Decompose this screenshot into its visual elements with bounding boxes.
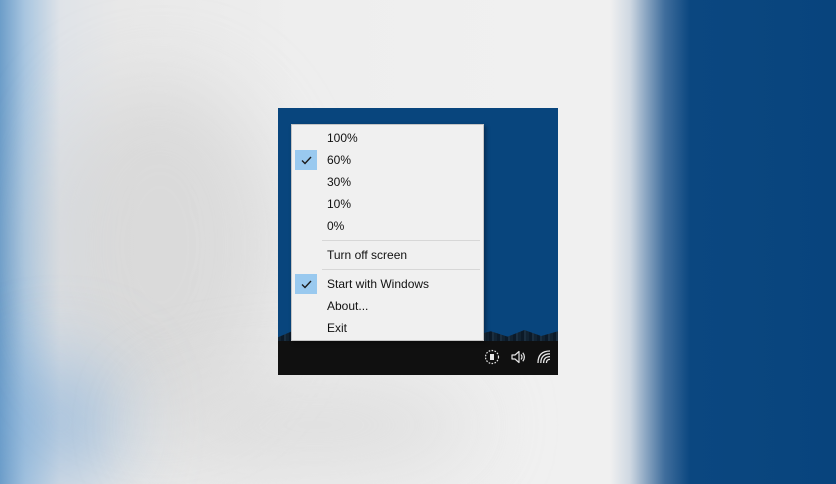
menu-item-label: Exit <box>327 321 348 335</box>
background-blur <box>150 380 480 470</box>
menu-item-exit[interactable]: Exit <box>292 317 483 339</box>
background-blur <box>0 360 120 484</box>
menu-item-brightness-60[interactable]: 60% <box>292 149 483 171</box>
menu-item-label: 60% <box>327 153 352 167</box>
menu-item-label: 100% <box>327 131 358 145</box>
tray-context-menu: 100% 60% 30% 10% 0% Turn off screen Star… <box>291 124 484 341</box>
speaker-icon[interactable] <box>510 349 526 365</box>
wifi-icon[interactable] <box>536 349 552 365</box>
menu-separator <box>322 240 480 241</box>
menu-item-brightness-10[interactable]: 10% <box>292 193 483 215</box>
background-blur <box>40 80 280 410</box>
brightness-tray-icon[interactable] <box>484 349 500 365</box>
menu-item-turn-off-screen[interactable]: Turn off screen <box>292 244 483 266</box>
menu-separator <box>322 269 480 270</box>
menu-item-label: 10% <box>327 197 352 211</box>
system-tray <box>484 349 552 365</box>
menu-item-label: 30% <box>327 175 352 189</box>
checkmark-icon <box>295 150 317 170</box>
menu-item-brightness-30[interactable]: 30% <box>292 171 483 193</box>
menu-item-label: 0% <box>327 219 345 233</box>
menu-item-brightness-100[interactable]: 100% <box>292 127 483 149</box>
menu-item-brightness-0[interactable]: 0% <box>292 215 483 237</box>
taskbar <box>278 341 558 375</box>
checkmark-icon <box>295 274 317 294</box>
menu-item-about[interactable]: About... <box>292 295 483 317</box>
menu-item-label: Start with Windows <box>327 277 430 291</box>
menu-item-start-with-windows[interactable]: Start with Windows <box>292 273 483 295</box>
menu-item-label: About... <box>327 299 369 313</box>
menu-item-label: Turn off screen <box>327 248 408 262</box>
